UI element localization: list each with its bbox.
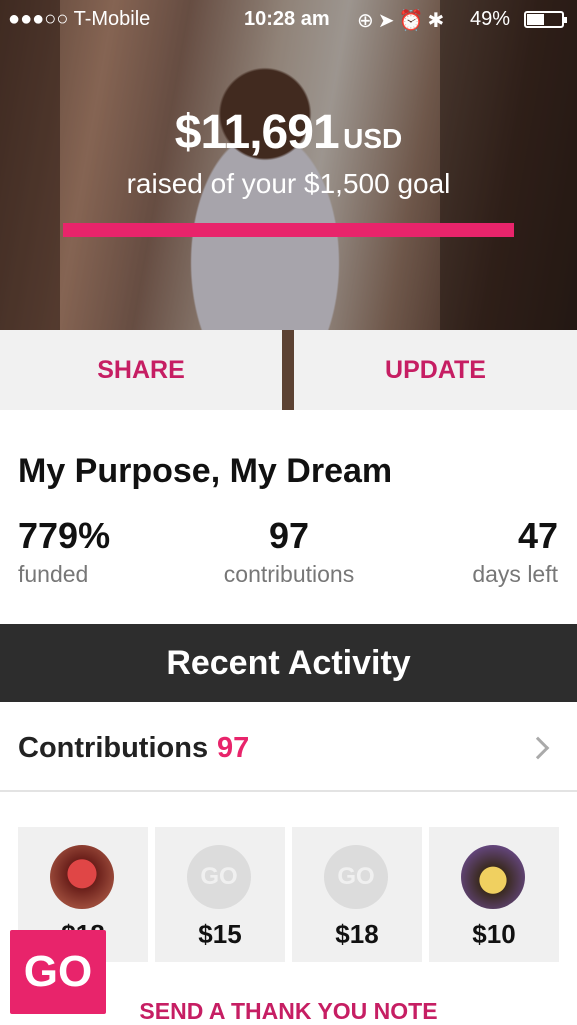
send-thank-you-link[interactable]: SEND A THANK YOU NOTE: [0, 998, 577, 1025]
battery-icon: [524, 11, 567, 28]
status-bar: ●●●○○ T-Mobile 10:28 am ⊕➤⏰✱ 49%: [0, 0, 577, 38]
alarm-icon: ⏰: [398, 10, 428, 32]
stat-label: funded: [18, 561, 89, 587]
status-icons: ⊕➤⏰✱: [357, 8, 448, 33]
contribution-card[interactable]: $10: [429, 827, 559, 962]
update-button[interactable]: UPDATE: [294, 330, 577, 410]
contribution-card[interactable]: GO $18: [292, 827, 422, 962]
avatar: [461, 845, 525, 909]
stat-value: 47: [517, 515, 558, 556]
amount-value: $11,691: [174, 106, 340, 159]
location-icon: ➤: [377, 10, 399, 32]
progress-fill: [63, 223, 514, 237]
contributions-label: Contributions: [18, 732, 209, 764]
avatar: [50, 845, 114, 909]
stat-label: contributions: [223, 561, 355, 587]
share-button[interactable]: SHARE: [0, 330, 282, 410]
gofundme-avatar-icon: GO: [324, 845, 388, 909]
clock: 10:28 am: [244, 8, 330, 30]
stat-value: 97: [268, 515, 310, 556]
stat-label: days left: [472, 561, 558, 587]
lock-rotation-icon: ⊕: [357, 10, 378, 32]
stat-value: 779%: [18, 515, 111, 556]
contributions-row[interactable]: Contributions 97: [0, 702, 577, 792]
contribution-card[interactable]: GO $15: [155, 827, 285, 962]
amount-currency: USD: [343, 123, 403, 154]
battery-percent: 49%: [470, 8, 511, 30]
contribution-amount: $18: [335, 919, 379, 949]
divider: [282, 330, 294, 410]
gofundme-avatar-icon: GO: [187, 845, 251, 909]
recent-activity-header: Recent Activity: [0, 624, 577, 702]
stat-contributions: 97 contributions: [211, 515, 367, 588]
goal-text: raised of your $1,500 goal: [126, 168, 451, 199]
chevron-right-icon: [526, 736, 550, 760]
bluetooth-icon: ✱: [427, 10, 449, 32]
carrier-label: ●●●○○ T-Mobile: [8, 8, 151, 30]
raised-amount: $11,691 USD: [0, 105, 577, 160]
stat-days-left: 47 days left: [440, 515, 558, 588]
hero-banner: ●●●○○ T-Mobile 10:28 am ⊕➤⏰✱ 49% $11,691…: [0, 0, 577, 330]
campaign-title: My Purpose, My Dream: [18, 452, 393, 490]
contributions-count: 97: [217, 732, 250, 764]
action-bar: SHARE UPDATE: [0, 330, 577, 410]
goal-progress-bar: [63, 223, 514, 237]
contribution-amount: $15: [198, 919, 242, 949]
contribution-amount: $10: [472, 919, 516, 949]
stat-funded: 779% funded: [18, 515, 110, 588]
